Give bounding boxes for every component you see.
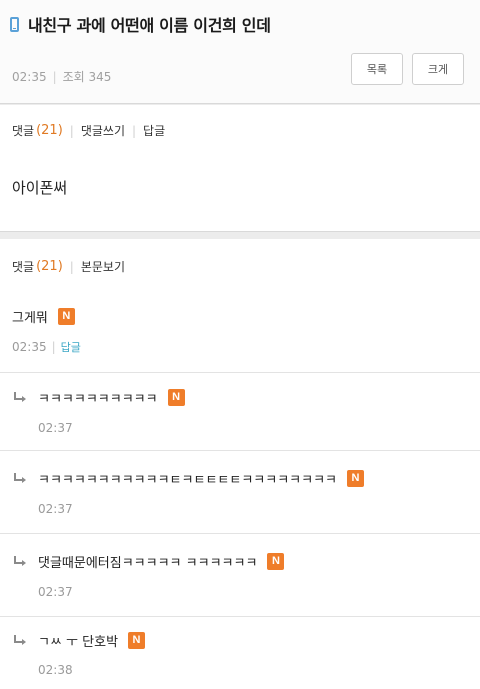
reply-comment-item: 댓글때문에터짐ㅋㅋㅋㅋㅋ ㅋㅋㅋㅋㅋㅋ N 02:37 [0,534,480,617]
post-time: 02:35 [12,69,47,84]
comments-bar: 댓글 (21) | 본문보기 [12,258,125,275]
comment-text-row: 그게뭐 N [12,307,75,326]
comment-time: 02:35 [12,340,47,354]
reply-comment-item: ㅋㅋㅋㅋㅋㅋㅋㅋㅋㅋ N 02:37 [0,373,480,451]
comment-time: 02:37 [38,421,73,435]
reply-comment-item: ㅋㅋㅋㅋㅋㅋㅋㅋㅋㅋㅋㅌㅋㅌㅌㅌㅌㅋㅋㅋㅋㅋㅋㅋㅋ N 02:37 [0,451,480,534]
post-body: 댓글 (21) | 댓글쓰기 | 답글 아이폰써 [0,105,480,232]
comment-text: ㄱㅆ ㅜ 단호박 [38,635,119,650]
write-comment-link[interactable]: 댓글쓰기 [81,122,125,139]
post-title: 내친구 과에 어떤애 이름 이건희 인데 [28,16,271,35]
reply-arrow-icon [14,392,26,402]
reply-arrow-icon [14,473,26,483]
reply-arrow-icon [14,556,26,566]
reply-arrow-icon [14,635,26,645]
enlarge-button[interactable]: 크게 [412,53,464,85]
comment-time: 02:37 [38,502,73,516]
post-views: 조회 345 [62,70,112,84]
comment-meta: 02:38 [38,663,73,677]
comment-time: 02:38 [38,663,73,677]
comment-item: 그게뭐 N 02:35 | 답글 [0,293,480,373]
comment-text: ㅋㅋㅋㅋㅋㅋㅋㅋㅋㅋ [38,392,158,407]
bar-divider: | [132,123,137,138]
mobile-phone-icon [10,16,19,32]
comment-count: (21) [36,123,63,138]
comment-text: 그게뭐 [12,311,48,326]
comment-text: ㅋㅋㅋㅋㅋㅋㅋㅋㅋㅋㅋㅌㅋㅌㅌㅌㅌㅋㅋㅋㅋㅋㅋㅋㅋ [38,473,338,488]
comment-time: 02:37 [38,585,73,599]
post-meta: 02:35 | 조회 345 [12,68,111,85]
comment-meta: 02:37 [38,502,73,516]
new-badge: N [57,308,75,325]
reply-comment-item: ㄱㅆ ㅜ 단호박 N 02:38 [0,617,480,689]
post-header: 내친구 과에 어떤애 이름 이건희 인데 02:35 | 조회 345 목록 크… [0,0,480,104]
comments-link[interactable]: 댓글 [12,122,34,139]
meta-divider: | [51,340,56,354]
list-button[interactable]: 목록 [351,53,403,85]
comment-meta: 02:35 | 답글 [12,339,81,355]
post-title-row: 내친구 과에 어떤애 이름 이건희 인데 [10,12,470,36]
comments-section: 댓글 (21) | 본문보기 그게뭐 N 02:35 | 답글 ㅋㅋㅋㅋㅋㅋㅋㅋ… [0,239,480,689]
comment-text-row: 댓글때문에터짐ㅋㅋㅋㅋㅋ ㅋㅋㅋㅋㅋㅋ N [38,552,285,571]
comment-count: (21) [36,259,63,274]
new-badge: N [167,389,185,406]
comment-meta: 02:37 [38,585,73,599]
post-comment-bar: 댓글 (21) | 댓글쓰기 | 답글 [12,122,165,139]
comment-text: 댓글때문에터짐ㅋㅋㅋㅋㅋ ㅋㅋㅋㅋㅋㅋ [38,556,258,571]
comments-label: 댓글 [12,260,35,274]
new-badge: N [347,470,365,487]
reply-link[interactable]: 답글 [61,339,81,355]
comment-text-row: ㅋㅋㅋㅋㅋㅋㅋㅋㅋㅋ N [38,388,185,407]
view-post-link[interactable]: 본문보기 [81,258,125,275]
bar-divider: | [69,259,74,274]
comment-text-row: ㅋㅋㅋㅋㅋㅋㅋㅋㅋㅋㅋㅌㅋㅌㅌㅌㅌㅋㅋㅋㅋㅋㅋㅋㅋ N [38,469,365,488]
new-badge: N [128,632,146,649]
meta-divider: | [52,69,57,84]
comment-meta: 02:37 [38,421,73,435]
post-content: 아이폰써 [12,179,68,197]
reply-link[interactable]: 답글 [143,122,165,139]
bar-divider: | [69,123,74,138]
new-badge: N [267,553,285,570]
comment-text-row: ㄱㅆ ㅜ 단호박 N [38,631,146,650]
